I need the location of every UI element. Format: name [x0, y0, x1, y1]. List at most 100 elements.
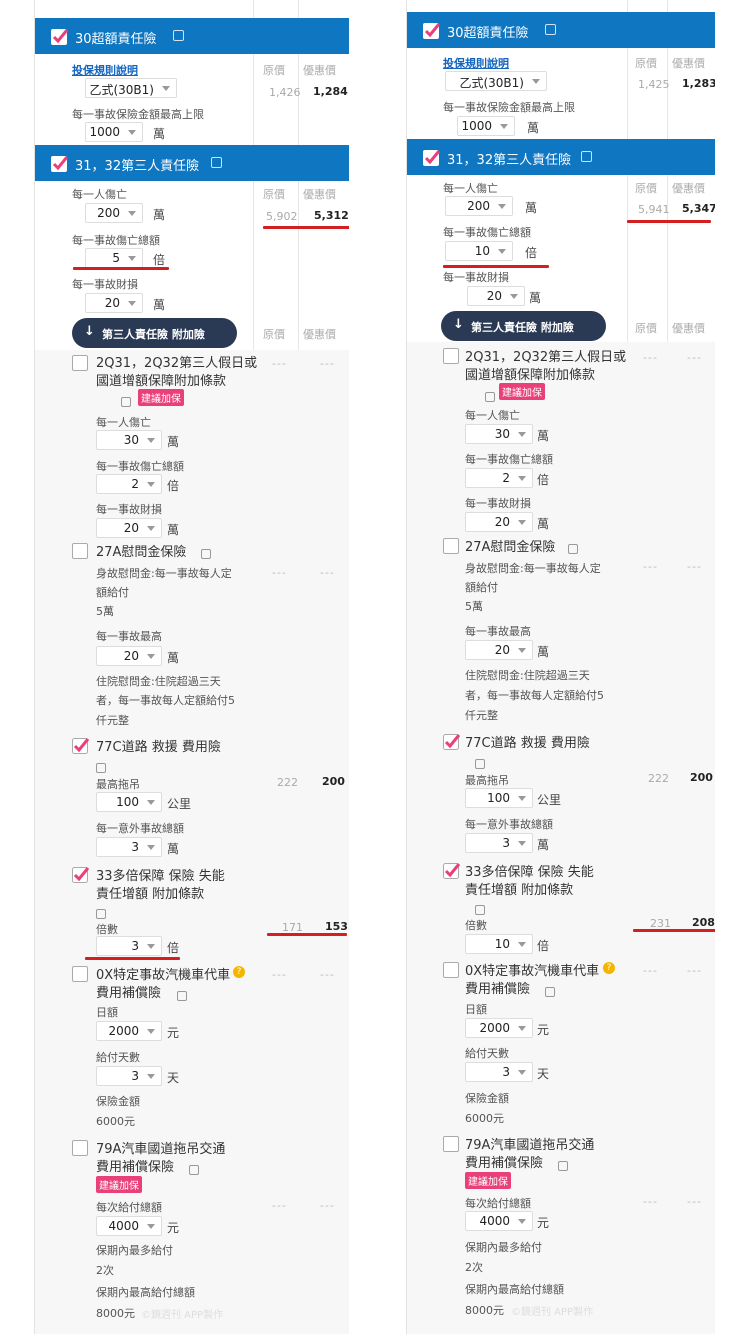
field-label: 每一事故保險金額最高上限	[443, 101, 575, 114]
death-per-person-select[interactable]: 200	[85, 203, 143, 223]
addon-pill[interactable]: ↓ 第三人責任險 附加險	[72, 318, 237, 348]
checkbox-icon[interactable]	[72, 1140, 88, 1156]
checkbox-checked-icon[interactable]	[72, 866, 90, 883]
c77-total-select[interactable]: 3	[96, 837, 162, 857]
select-value: 200	[97, 206, 120, 220]
checkbox-icon[interactable]	[443, 348, 459, 364]
property-select[interactable]: 20	[467, 286, 525, 306]
external-link-icon[interactable]	[475, 753, 485, 772]
checkbox-checked-icon[interactable]	[51, 155, 69, 172]
select-value: 30	[123, 433, 139, 447]
q2-person-select[interactable]: 30	[96, 430, 162, 450]
rule-link[interactable]: 投保規則說明	[72, 62, 138, 78]
q2-property-select[interactable]: 20	[465, 512, 533, 532]
m33-multiple-select[interactable]: 3	[96, 936, 162, 956]
price-placeholder: ---	[643, 1195, 658, 1208]
c77-tow-select[interactable]: 100	[465, 788, 533, 808]
help-icon[interactable]: ?	[233, 966, 245, 978]
desc: 身故慰問金:每一事故每人定	[465, 562, 601, 575]
c77-tow-select[interactable]: 100	[96, 792, 162, 812]
external-link-icon[interactable]	[189, 1159, 199, 1178]
chevron-down-icon	[147, 482, 155, 487]
x0-daily-select[interactable]: 2000	[465, 1018, 533, 1038]
col-discount: 優惠價	[672, 57, 705, 70]
external-link-icon[interactable]	[581, 151, 592, 162]
select-value: 10	[494, 937, 510, 951]
field-label: 給付天數	[465, 1047, 509, 1060]
x0-days-select[interactable]: 3	[465, 1062, 533, 1082]
checkbox-checked-icon[interactable]	[423, 149, 441, 166]
c77-total-select[interactable]: 3	[465, 833, 533, 853]
x0-daily-select[interactable]: 2000	[96, 1021, 162, 1041]
external-link-icon[interactable]	[201, 543, 211, 562]
external-link-icon[interactable]	[545, 981, 555, 1000]
select-value: 3	[502, 836, 510, 850]
death-total-select[interactable]: 10	[445, 241, 513, 261]
highlight-underline	[443, 265, 549, 268]
q2-total-select[interactable]: 2	[465, 468, 533, 488]
external-link-icon[interactable]	[485, 386, 495, 405]
q2-property-select[interactable]: 20	[96, 518, 162, 538]
external-link-icon[interactable]	[558, 1155, 568, 1174]
addon-pill[interactable]: ↓ 第三人責任險 附加險	[441, 311, 606, 341]
external-link-icon[interactable]	[475, 899, 485, 918]
external-link-icon[interactable]	[545, 24, 556, 35]
external-link-icon[interactable]	[173, 30, 184, 41]
section-title: 30超額責任險	[447, 26, 529, 41]
death-total-select[interactable]: 5	[85, 248, 143, 268]
checkbox-checked-icon[interactable]	[443, 862, 461, 879]
section-header-30[interactable]: 30超額責任險	[407, 12, 715, 48]
q2-person-select[interactable]: 30	[465, 424, 533, 444]
a27-max-select[interactable]: 20	[96, 646, 162, 666]
m33-multiple-select[interactable]: 10	[465, 934, 533, 954]
price-discount: 1,283	[682, 77, 715, 90]
checkbox-checked-icon[interactable]	[443, 733, 461, 750]
unit: 元	[167, 1026, 180, 1040]
plan-select[interactable]: 乙式(30B1)	[85, 78, 177, 98]
rule-link[interactable]: 投保規則說明	[443, 55, 509, 71]
item-title: 77C道路 救援 費用險	[96, 740, 221, 755]
external-link-icon[interactable]	[568, 538, 578, 557]
external-link-icon[interactable]	[96, 903, 106, 922]
section-header-30[interactable]: 30超額責任險	[35, 18, 349, 54]
checkbox-icon[interactable]	[443, 538, 459, 554]
desc: 住院慰問金:住院超過三天	[465, 669, 590, 682]
checkbox-icon[interactable]	[72, 966, 88, 982]
chevron-down-icon	[498, 249, 506, 254]
limit-select[interactable]: 1000	[457, 116, 515, 136]
help-icon[interactable]: ?	[603, 962, 615, 974]
external-link-icon[interactable]	[177, 985, 187, 1004]
field-label: 保期內最多給付	[96, 1244, 173, 1257]
select-value: 乙式(30B1)	[89, 83, 154, 97]
a27-max-select[interactable]: 20	[465, 640, 533, 660]
external-link-icon[interactable]	[121, 391, 131, 410]
property-select[interactable]: 20	[85, 293, 143, 313]
watermark: ©鏡週刊 APP製作	[141, 1310, 224, 1321]
section-header-31[interactable]: 31，32第三人責任險	[407, 139, 715, 175]
checkbox-checked-icon[interactable]	[72, 737, 90, 754]
death-per-person-select[interactable]: 200	[445, 196, 513, 216]
checkbox-icon[interactable]	[443, 962, 459, 978]
q2-total-select[interactable]: 2	[96, 474, 162, 494]
section-header-31[interactable]: 31，32第三人責任險	[35, 145, 349, 181]
x0-days-select[interactable]: 3	[96, 1066, 162, 1086]
a79-total-select[interactable]: 4000	[96, 1216, 162, 1236]
price-placeholder: ---	[272, 968, 287, 981]
price-discount: 5,347	[682, 202, 715, 215]
plan-select[interactable]: 乙式(30B1)	[445, 71, 547, 91]
desc: 者，每一事故每人定額給付5	[465, 689, 604, 702]
checkbox-icon[interactable]	[443, 1136, 459, 1152]
external-link-icon[interactable]	[211, 157, 222, 168]
checkbox-icon[interactable]	[72, 355, 88, 371]
a79-total-select[interactable]: 4000	[465, 1211, 533, 1231]
col-discount: 優惠價	[672, 182, 705, 195]
select-value: 100	[487, 791, 510, 805]
price-original: 1,425	[638, 78, 670, 91]
checkbox-checked-icon[interactable]	[423, 22, 441, 39]
price-placeholder: ---	[687, 1195, 702, 1208]
limit-select[interactable]: 1000	[85, 122, 143, 142]
checkbox-checked-icon[interactable]	[51, 28, 69, 45]
external-link-icon[interactable]	[96, 757, 106, 776]
col-original: 原價	[635, 322, 657, 335]
checkbox-icon[interactable]	[72, 543, 88, 559]
